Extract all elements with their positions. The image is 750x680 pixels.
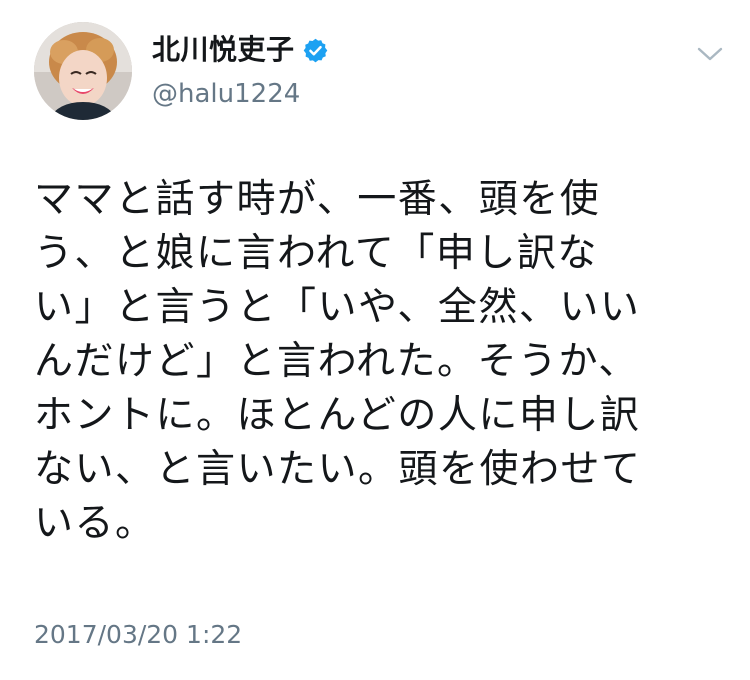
tweet-card: 北川悦吏子 @halu1224 ママと話す時が、一番、頭を使 う、と娘に言われて… <box>0 0 750 680</box>
avatar[interactable] <box>34 22 132 120</box>
tweet-text: ママと話す時が、一番、頭を使 う、と娘に言われて「申し訳な い」と言うと「いや、… <box>34 173 714 551</box>
tweet-timestamp[interactable]: 2017/03/20 1:22 <box>34 618 242 652</box>
user-handle[interactable]: @halu1224 <box>152 76 300 112</box>
verified-badge-icon <box>303 38 327 62</box>
author-name-row: 北川悦吏子 <box>152 30 329 70</box>
chevron-down-icon[interactable] <box>696 44 724 64</box>
tweet-text-line: ママと話す時が、一番、頭を使 <box>34 177 601 222</box>
tweet-text-line: んだけど」と言われた。そうか、 <box>34 339 639 384</box>
tweet-text-line: い」と言うと「いや、全然、いい <box>34 285 641 330</box>
display-name[interactable]: 北川悦吏子 <box>152 30 295 70</box>
tweet-text-line: いる。 <box>34 501 156 546</box>
tweet-text-line: ホントに。ほとんどの人に申し訳 <box>34 393 641 438</box>
tweet-text-line: う、と娘に言われて「申し訳な <box>34 231 598 276</box>
tweet-text-line: ない、と言いたい。頭を使わせて <box>34 447 642 492</box>
